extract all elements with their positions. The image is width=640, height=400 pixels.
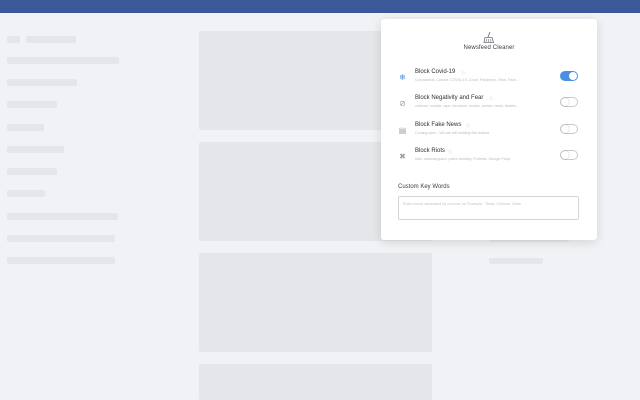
filter-row-negativity: ⊘ Block Negativity and Fear ⓘ violence, … xyxy=(381,95,597,117)
sidebar-placeholder-line xyxy=(7,257,115,264)
sidebar-placeholder-line xyxy=(26,36,76,43)
sidebar-placeholder-line xyxy=(7,190,45,197)
sidebar-placeholder-line xyxy=(7,235,115,242)
info-icon[interactable]: ⓘ xyxy=(448,149,452,155)
top-navigation-bar xyxy=(0,0,640,13)
info-icon[interactable]: ⓘ xyxy=(461,70,465,76)
info-icon[interactable]: ⓘ xyxy=(466,123,470,129)
crossed-tools-icon: ✖ xyxy=(399,152,406,161)
custom-keywords-input[interactable]: Enter words separated by comma, for Exam… xyxy=(398,196,579,220)
filter-label: Block Negativity and Fear xyxy=(415,95,484,101)
newspaper-icon: ▤ xyxy=(398,126,407,135)
filter-description: violence, suicide, rape, terrorism, murd… xyxy=(415,104,519,108)
sidebar-placeholder-line xyxy=(7,79,77,86)
feed-post-placeholder xyxy=(199,364,432,400)
fake-news-toggle[interactable] xyxy=(560,124,578,134)
sidebar-placeholder-line xyxy=(7,101,57,108)
filter-label: Block Fake News xyxy=(415,122,462,128)
toggle-knob xyxy=(561,151,569,159)
sidebar-placeholder-line xyxy=(7,57,119,64)
filter-row-covid: ❄ Block Covid-19 ⓘ Coronavirus, Corona, … xyxy=(381,69,597,91)
newsfeed-cleaner-popup: Newsfeed Cleaner ❄ Block Covid-19 ⓘ Coro… xyxy=(381,19,597,240)
sidebar-placeholder-line xyxy=(7,213,118,220)
filter-label: Block Covid-19 xyxy=(415,69,456,75)
filter-description: Coronavirus, Corona, COVID-19, Covid, Pa… xyxy=(415,78,519,82)
negativity-toggle[interactable] xyxy=(560,97,578,107)
no-sign-icon: ⊘ xyxy=(399,99,406,108)
feed-post-placeholder xyxy=(199,253,432,352)
info-icon[interactable]: ⓘ xyxy=(489,96,493,102)
sidebar-placeholder-line xyxy=(7,168,57,175)
filter-description: riots, national guard, police brutality,… xyxy=(415,157,511,161)
covid-toggle[interactable] xyxy=(560,71,578,81)
toggle-knob xyxy=(561,98,569,106)
toggle-knob xyxy=(569,72,577,80)
filter-description: Coming soon - We are still building this… xyxy=(415,131,490,135)
toggle-knob xyxy=(561,125,569,133)
right-column-placeholder-line xyxy=(489,258,543,264)
sidebar-placeholder-line xyxy=(7,124,44,131)
custom-keywords-placeholder: Enter words separated by comma, for Exam… xyxy=(403,202,521,206)
custom-keywords-label: Custom Key Words xyxy=(398,184,450,190)
sidebar-placeholder-icon xyxy=(7,36,20,43)
filter-label: Block Riots xyxy=(415,148,446,154)
riots-toggle[interactable] xyxy=(560,150,578,160)
snowflake-virus-icon: ❄ xyxy=(399,73,406,82)
broom-icon xyxy=(483,31,495,43)
filter-row-riots: ✖ Block Riots ⓘ riots, national guard, p… xyxy=(381,148,597,170)
popup-title: Newsfeed Cleaner xyxy=(463,45,515,51)
filter-row-fake-news: ▤ Block Fake News ⓘ Coming soon - We are… xyxy=(381,122,597,144)
sidebar-placeholder-line xyxy=(7,146,64,153)
